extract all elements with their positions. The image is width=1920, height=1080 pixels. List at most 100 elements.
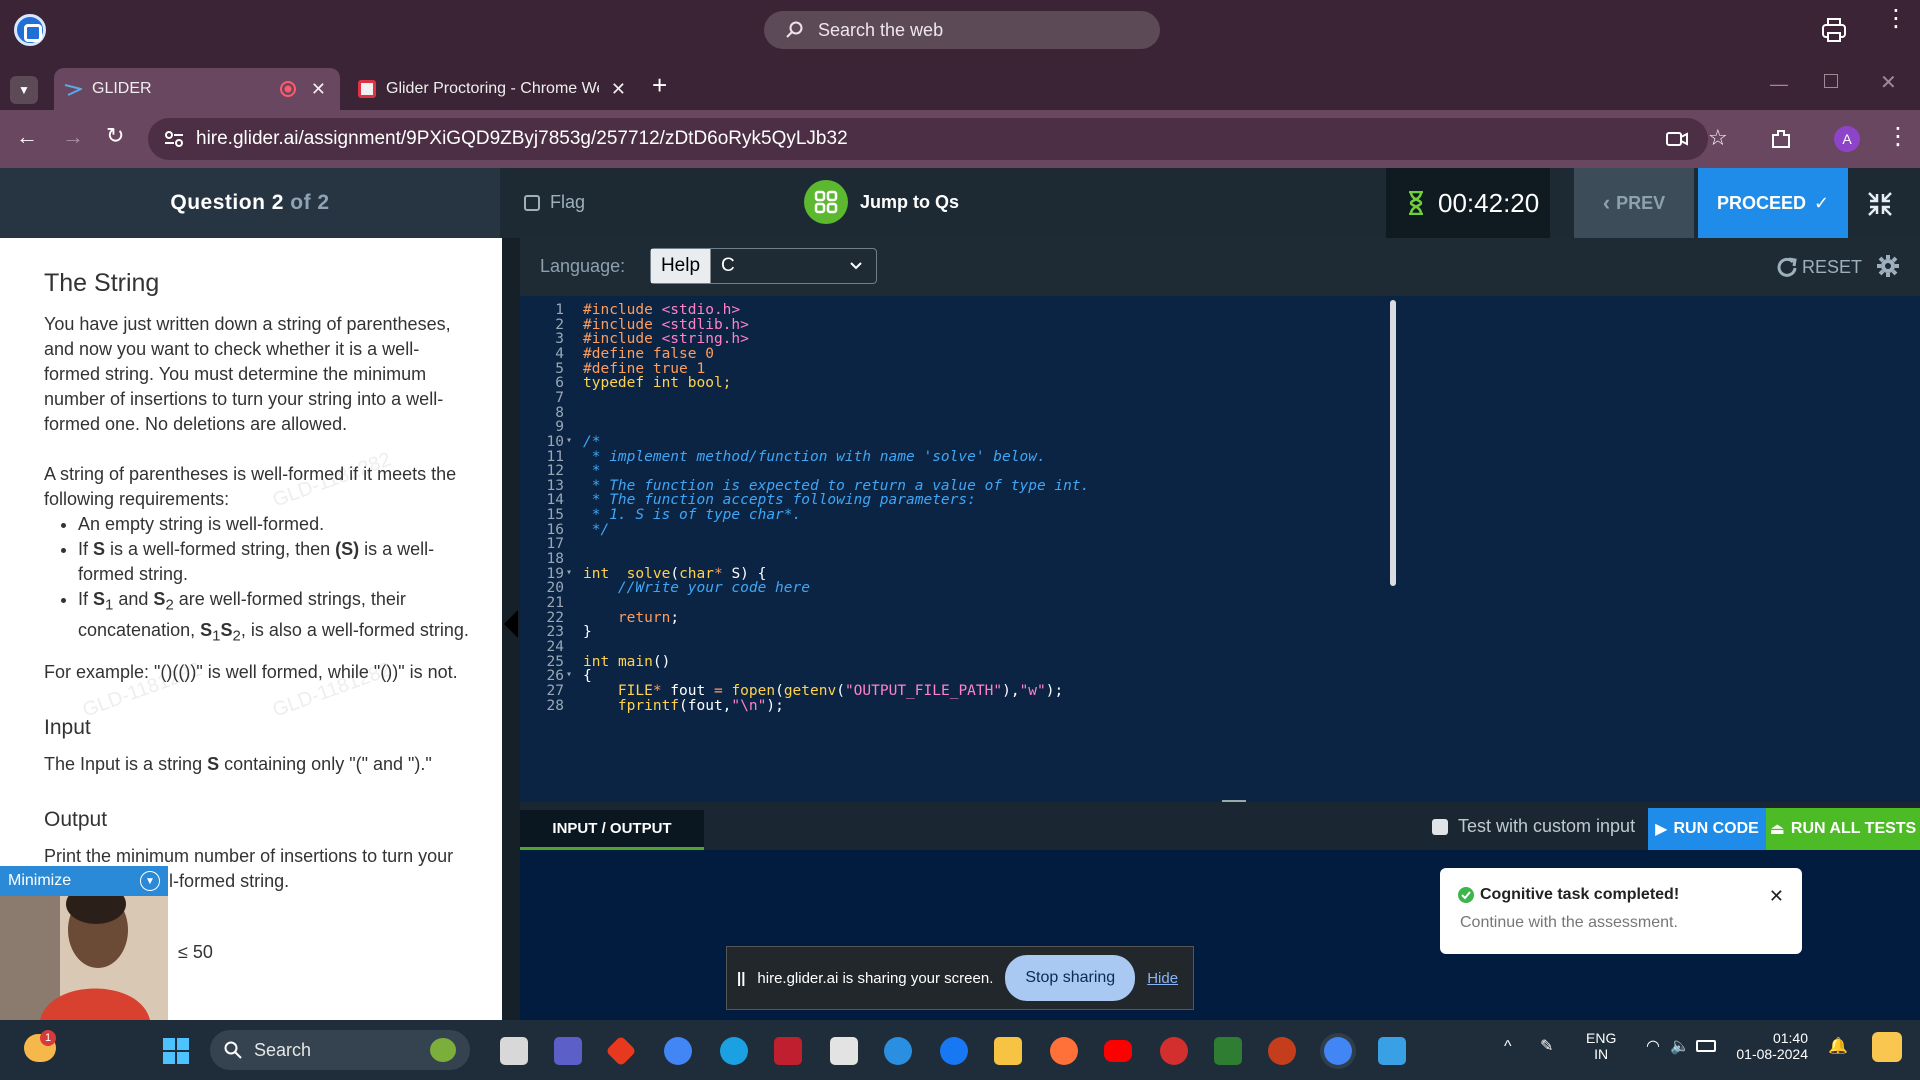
back-icon[interactable]: ← <box>16 124 38 150</box>
code-line[interactable]: */ <box>583 522 609 538</box>
camera-in-use-icon[interactable] <box>1666 130 1688 148</box>
more-menu-icon[interactable]: ⋮ <box>1884 7 1908 31</box>
tab-input-output[interactable]: INPUT / OUTPUT <box>520 810 704 850</box>
code-line[interactable]: #define true 1 <box>583 361 705 377</box>
close-tab-icon[interactable]: ✕ <box>611 79 626 100</box>
code-line[interactable]: #include <stdio.h> <box>583 302 740 318</box>
wifi-icon[interactable]: ◠ <box>1646 1036 1660 1056</box>
chrome-active-icon[interactable] <box>1324 1037 1352 1065</box>
teams-icon[interactable] <box>554 1037 582 1065</box>
task-view-icon[interactable] <box>500 1037 528 1065</box>
code-line[interactable]: * implement method/function with name 's… <box>583 449 1046 465</box>
run-all-tests-button[interactable]: ⏏ RUN ALL TESTS <box>1766 808 1920 850</box>
flag-checkbox[interactable]: Flag <box>524 192 585 213</box>
microsoft-store-icon[interactable] <box>830 1037 858 1065</box>
chevron-up-icon[interactable]: ^ <box>1504 1038 1512 1056</box>
code-line[interactable]: } <box>583 624 592 640</box>
exit-fullscreen-icon[interactable] <box>1866 190 1894 218</box>
mcafee-icon[interactable] <box>774 1037 802 1065</box>
code-line[interactable]: * The function accepts following paramet… <box>583 492 976 508</box>
code-line[interactable]: int main() <box>583 654 670 670</box>
reset-button[interactable]: RESET <box>1776 256 1862 278</box>
code-line[interactable]: { <box>583 668 592 684</box>
battery-icon[interactable] <box>1696 1040 1716 1052</box>
prev-button[interactable]: ‹ PREV <box>1574 168 1694 238</box>
run-code-button[interactable]: ▶ RUN CODE <box>1648 808 1766 850</box>
site-info-icon[interactable] <box>164 130 184 148</box>
youtube-icon[interactable] <box>1104 1040 1132 1062</box>
window-minimize-icon[interactable]: — <box>1770 74 1788 95</box>
tab-search-chevron-icon[interactable]: ▼ <box>10 76 38 104</box>
profile-avatar[interactable]: A <box>1834 126 1860 152</box>
code-line[interactable]: * 1. S is of type char*. <box>583 507 802 523</box>
firefox-icon[interactable] <box>1050 1037 1078 1065</box>
app-icon[interactable] <box>1214 1037 1242 1065</box>
window-close-icon[interactable]: ✕ <box>1880 70 1897 95</box>
app-logo-icon[interactable] <box>14 14 46 46</box>
windows-start-icon[interactable] <box>162 1037 190 1065</box>
fold-toggle-icon[interactable]: ▾ <box>566 567 572 578</box>
code-line[interactable]: return; <box>583 610 679 626</box>
pen-icon[interactable]: ✎ <box>1540 1036 1553 1056</box>
panel-divider[interactable] <box>502 238 520 1020</box>
hide-link[interactable]: Hide <box>1147 970 1178 987</box>
help-app-icon[interactable] <box>884 1037 912 1065</box>
web-search-box[interactable]: Search the web <box>764 11 1160 49</box>
custom-input-check-box[interactable] <box>1432 818 1448 835</box>
webcam-minimize-bar[interactable]: Minimize ▼ <box>0 866 168 896</box>
volume-icon[interactable]: 🔈 <box>1670 1036 1690 1056</box>
fold-toggle-icon[interactable]: ▾ <box>566 669 572 680</box>
code-line[interactable]: /* <box>583 434 600 450</box>
copilot-icon[interactable] <box>1872 1032 1902 1062</box>
code-editor[interactable]: 1 #include <stdio.h> 2 #include <stdlib.h> 3… <box>520 296 1920 802</box>
code-line[interactable]: * <box>583 463 601 479</box>
clock[interactable]: 01:40 01-08-2024 <box>1736 1030 1808 1062</box>
proceed-button[interactable]: PROCEED ✓ <box>1698 168 1848 238</box>
code-line[interactable]: #include <string.h> <box>583 331 749 347</box>
tab-glider[interactable]: GLIDER ✕ <box>54 68 340 110</box>
drag-handle-icon[interactable]: || <box>737 970 745 987</box>
new-tab-icon[interactable]: + <box>652 70 667 101</box>
close-toast-icon[interactable]: ✕ <box>1769 886 1784 907</box>
window-restore-icon[interactable] <box>1824 74 1838 88</box>
notification-bell-icon[interactable]: 🔔 <box>1828 1036 1848 1056</box>
help-button[interactable]: Help <box>651 249 711 283</box>
chrome-icon[interactable] <box>664 1037 692 1065</box>
close-tab-icon[interactable]: ✕ <box>311 79 326 100</box>
code-line[interactable]: #include <stdlib.h> <box>583 317 749 333</box>
powerpoint-icon[interactable] <box>1268 1037 1296 1065</box>
facebook-icon[interactable] <box>940 1037 968 1065</box>
code-line[interactable]: * The function is expected to return a v… <box>583 477 1090 494</box>
edge-icon[interactable] <box>720 1037 748 1065</box>
code-line[interactable]: int solve(char* S) { <box>583 566 766 582</box>
language-select[interactable]: C <box>711 249 876 283</box>
code-line[interactable]: FILE* fout = fopen(getenv("OUTPUT_FILE_P… <box>583 683 1063 699</box>
file-explorer-icon[interactable] <box>994 1037 1022 1065</box>
language-indicator[interactable]: ENG IN <box>1586 1030 1616 1062</box>
photos-icon[interactable] <box>1378 1037 1406 1065</box>
address-bar[interactable]: hire.glider.ai/assignment/9PXiGQD9ZByj78… <box>148 118 1728 160</box>
print-icon[interactable] <box>1820 16 1848 44</box>
taskbar-search[interactable]: Search <box>210 1030 470 1070</box>
code-line[interactable]: #define false 0 <box>583 346 714 362</box>
app-diamond-icon[interactable] <box>605 1035 637 1067</box>
browser-menu-icon[interactable]: ⋮ <box>1886 122 1910 151</box>
code-line[interactable]: typedef int bool; <box>583 375 731 391</box>
fold-toggle-icon[interactable]: ▾ <box>566 435 572 446</box>
code-line[interactable]: //Write your code here <box>583 580 810 596</box>
tab-glider-proctoring[interactable]: Glider Proctoring - Chrome Wel ✕ <box>348 68 638 110</box>
wps-icon[interactable] <box>1160 1037 1188 1065</box>
editor-scrollbar[interactable] <box>1390 300 1396 586</box>
custom-input-checkbox[interactable]: Test with custom input <box>1432 816 1635 837</box>
settings-gear-icon[interactable] <box>1876 254 1900 278</box>
code-line[interactable]: fprintf(fout,"\n"); <box>583 698 784 714</box>
bookmark-star-icon[interactable]: ☆ <box>1708 125 1728 151</box>
flag-check-box[interactable] <box>524 194 540 211</box>
forward-icon[interactable]: → <box>62 124 84 150</box>
stop-sharing-button[interactable]: Stop sharing <box>1005 955 1136 1001</box>
collapse-panel-icon[interactable] <box>504 610 518 638</box>
jump-to-questions-button[interactable]: Jump to Qs <box>804 180 959 224</box>
code-token: * The function is expected to return a v… <box>583 477 1090 494</box>
extensions-icon[interactable] <box>1770 128 1792 150</box>
reload-icon[interactable]: ↻ <box>106 123 124 149</box>
